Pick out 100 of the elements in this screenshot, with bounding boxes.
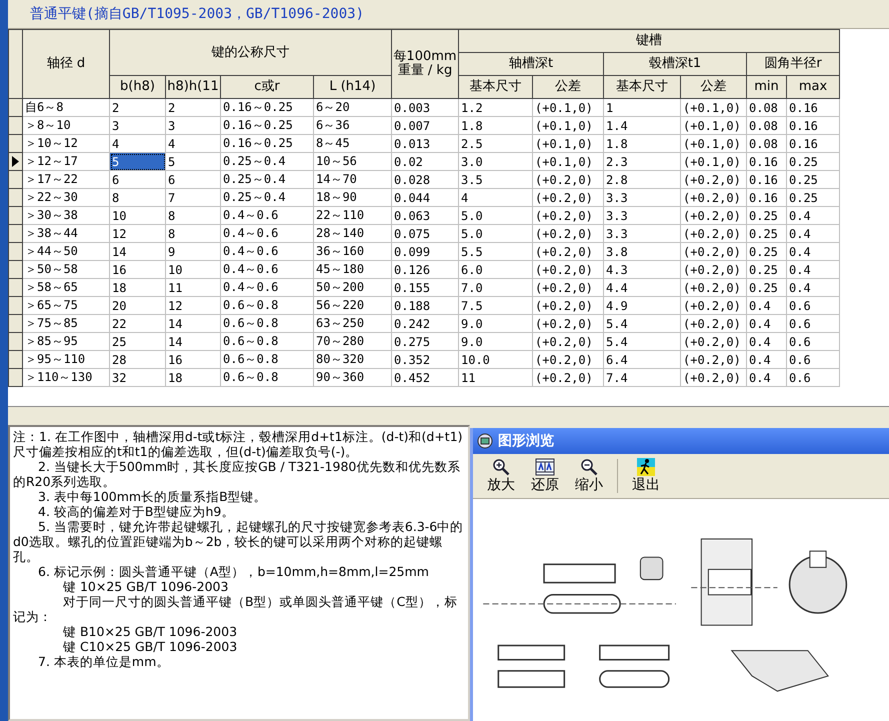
- table-cell[interactable]: ＞12～17: [22, 152, 110, 170]
- table-cell[interactable]: 0.6: [786, 368, 840, 386]
- row-selector[interactable]: [8, 116, 22, 134]
- notes-text-area[interactable]: [8, 425, 470, 721]
- table-cell[interactable]: 0.4: [746, 350, 786, 368]
- table-cell[interactable]: 0.4: [786, 206, 840, 224]
- table-cell[interactable]: 4.9: [604, 296, 680, 314]
- table-cell[interactable]: 7.0: [458, 278, 532, 296]
- table-cell[interactable]: 9.0: [458, 332, 532, 350]
- table-cell[interactable]: 4: [458, 188, 532, 206]
- table-cell[interactable]: 14: [166, 332, 220, 350]
- column-header[interactable]: L (h14): [314, 76, 392, 98]
- column-header[interactable]: min: [746, 76, 786, 98]
- table-cell[interactable]: 5: [166, 152, 220, 170]
- row-selector[interactable]: [8, 260, 22, 278]
- table-cell[interactable]: 22: [110, 314, 166, 332]
- table-cell[interactable]: 0.155: [392, 278, 458, 296]
- table-cell[interactable]: 0.25: [746, 278, 786, 296]
- table-cell[interactable]: 3: [166, 116, 220, 134]
- table-cell[interactable]: 3.8: [604, 242, 680, 260]
- table-cell[interactable]: 10: [110, 206, 166, 224]
- table-cell[interactable]: 4.3: [604, 260, 680, 278]
- row-selector[interactable]: [8, 278, 22, 296]
- row-selector[interactable]: [8, 170, 22, 188]
- table-cell[interactable]: 0.25: [786, 170, 840, 188]
- table-cell[interactable]: 0.25: [746, 260, 786, 278]
- column-header[interactable]: 键的公称尺寸: [110, 30, 392, 76]
- table-cell[interactable]: 10.0: [458, 350, 532, 368]
- table-cell[interactable]: 5.0: [458, 224, 532, 242]
- table-cell[interactable]: 14: [110, 242, 166, 260]
- table-cell[interactable]: ＞65～75: [22, 296, 110, 314]
- table-cell[interactable]: 0.352: [392, 350, 458, 368]
- table-cell[interactable]: 0.08: [746, 98, 786, 116]
- table-cell[interactable]: 6: [110, 170, 166, 188]
- table-cell[interactable]: 0.16: [746, 152, 786, 170]
- table-cell[interactable]: ＞95～110: [22, 350, 110, 368]
- table-cell[interactable]: 32: [110, 368, 166, 386]
- table-cell[interactable]: (+0.1,0): [680, 134, 746, 152]
- table-cell[interactable]: 0.6: [786, 296, 840, 314]
- table-cell[interactable]: 0.275: [392, 332, 458, 350]
- table-cell[interactable]: 9.0: [458, 314, 532, 332]
- table-cell[interactable]: 20: [110, 296, 166, 314]
- table-cell[interactable]: (+0.2,0): [680, 314, 746, 332]
- table-cell[interactable]: 0.4: [746, 368, 786, 386]
- table-cell[interactable]: ＞38～44: [22, 224, 110, 242]
- table-cell[interactable]: 2.3: [604, 152, 680, 170]
- column-header[interactable]: 圆角半径r: [746, 52, 840, 76]
- table-cell[interactable]: (+0.2,0): [680, 188, 746, 206]
- table-cell[interactable]: (+0.2,0): [680, 296, 746, 314]
- table-cell[interactable]: 0.4～0.6: [220, 260, 314, 278]
- table-cell[interactable]: 8: [166, 224, 220, 242]
- table-cell[interactable]: 4: [166, 134, 220, 152]
- table-cell[interactable]: 3.0: [458, 152, 532, 170]
- row-selector[interactable]: [8, 332, 22, 350]
- table-cell[interactable]: 16: [110, 260, 166, 278]
- table-cell[interactable]: (+0.2,0): [532, 296, 604, 314]
- table-cell[interactable]: 0.16: [786, 98, 840, 116]
- table-cell[interactable]: (+0.1,0): [680, 116, 746, 134]
- row-selector[interactable]: [8, 188, 22, 206]
- table-cell[interactable]: 0.6～0.8: [220, 332, 314, 350]
- table-cell[interactable]: 70～280: [314, 332, 392, 350]
- table-cell[interactable]: 90～360: [314, 368, 392, 386]
- table-cell[interactable]: 8: [166, 206, 220, 224]
- column-header[interactable]: 基本尺寸: [604, 76, 680, 98]
- table-cell[interactable]: 0.25: [786, 152, 840, 170]
- table-cell[interactable]: 0.25: [746, 206, 786, 224]
- table-cell[interactable]: 1.4: [604, 116, 680, 134]
- table-cell[interactable]: 0.003: [392, 98, 458, 116]
- table-cell[interactable]: 0.4: [786, 224, 840, 242]
- table-cell[interactable]: (+0.2,0): [532, 224, 604, 242]
- table-cell[interactable]: 0.08: [746, 134, 786, 152]
- table-cell[interactable]: 0.6: [786, 350, 840, 368]
- table-cell[interactable]: 7.5: [458, 296, 532, 314]
- column-header[interactable]: 轴槽深t: [458, 52, 604, 76]
- table-cell[interactable]: ＞22～30: [22, 188, 110, 206]
- row-selector[interactable]: [8, 152, 22, 170]
- table-cell[interactable]: 80～320: [314, 350, 392, 368]
- table-cell[interactable]: 12: [166, 296, 220, 314]
- column-header[interactable]: 每100mm重量 / kg: [392, 30, 458, 98]
- table-cell[interactable]: 3.5: [458, 170, 532, 188]
- toolbar-button[interactable]: 退出: [626, 456, 666, 496]
- table-cell[interactable]: 2: [110, 98, 166, 116]
- table-cell[interactable]: 25: [110, 332, 166, 350]
- table-cell[interactable]: 56～220: [314, 296, 392, 314]
- table-cell[interactable]: 0.126: [392, 260, 458, 278]
- table-cell[interactable]: ＞30～38: [22, 206, 110, 224]
- table-cell[interactable]: 18: [166, 368, 220, 386]
- table-cell[interactable]: 0.25: [746, 224, 786, 242]
- table-cell[interactable]: 0.4: [746, 332, 786, 350]
- table-cell[interactable]: 36～160: [314, 242, 392, 260]
- table-cell[interactable]: 0.099: [392, 242, 458, 260]
- table-cell[interactable]: 0.6～0.8: [220, 368, 314, 386]
- table-cell[interactable]: 0.16: [746, 188, 786, 206]
- table-cell[interactable]: 0.4～0.6: [220, 224, 314, 242]
- table-cell[interactable]: 5.0: [458, 206, 532, 224]
- table-cell[interactable]: 14: [166, 314, 220, 332]
- table-cell[interactable]: ＞10～12: [22, 134, 110, 152]
- table-cell[interactable]: 63～250: [314, 314, 392, 332]
- table-cell[interactable]: 5.4: [604, 332, 680, 350]
- table-cell[interactable]: 28: [110, 350, 166, 368]
